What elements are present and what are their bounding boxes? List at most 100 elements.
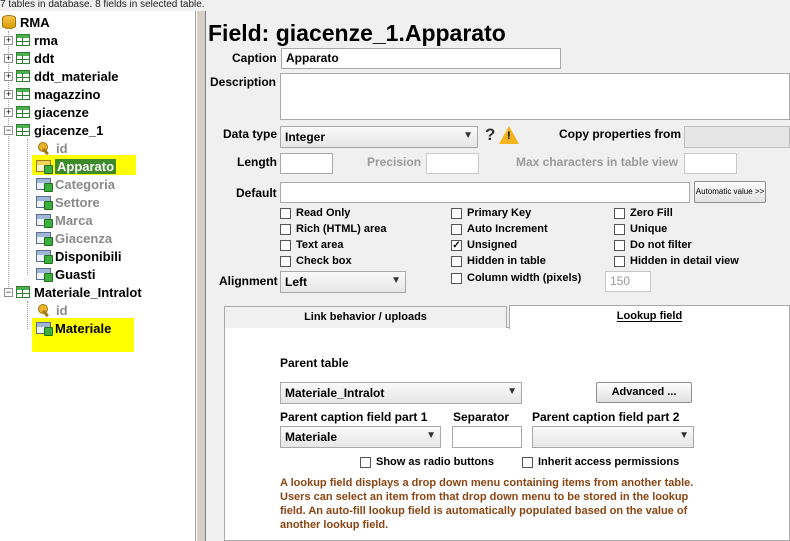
field-icon bbox=[36, 250, 53, 264]
checkbox-box bbox=[451, 255, 462, 267]
tree-field-guasti[interactable]: Guasti bbox=[36, 265, 95, 283]
precision-input[interactable] bbox=[426, 153, 479, 174]
caption-part2-label: Parent caption field part 2 bbox=[532, 410, 680, 424]
tree-table-materiale-intralot[interactable]: − Materiale_Intralot bbox=[4, 283, 142, 301]
checkbox-box bbox=[451, 207, 462, 219]
tree-table-giacenze-1[interactable]: − giacenze_1 bbox=[4, 121, 103, 139]
database-icon bbox=[2, 15, 16, 29]
default-input[interactable] bbox=[280, 182, 690, 203]
checkbox-box bbox=[360, 456, 371, 468]
tree-table-ddt[interactable]: + ddt bbox=[4, 49, 54, 67]
description-label: Description bbox=[210, 75, 277, 89]
field-icon bbox=[36, 214, 53, 228]
collapse-icon[interactable]: − bbox=[4, 125, 13, 135]
tab-lookup-field[interactable]: Lookup field bbox=[509, 305, 790, 329]
checkbox-box bbox=[280, 223, 291, 235]
tree-field-id[interactable]: id bbox=[38, 139, 68, 157]
zero-fill-checkbox[interactable]: Zero Fill bbox=[614, 207, 673, 219]
alignment-label: Alignment bbox=[219, 274, 278, 288]
panel-splitter[interactable] bbox=[196, 11, 206, 541]
alignment-select[interactable]: Left ▼ bbox=[280, 271, 406, 293]
checkmark-icon: ✓ bbox=[451, 239, 462, 251]
separator-label: Separator bbox=[453, 410, 510, 424]
field-icon bbox=[36, 196, 53, 210]
checkbox-box bbox=[280, 207, 291, 219]
advanced-button[interactable]: Advanced ... bbox=[596, 382, 692, 403]
tree-field-settore[interactable]: Settore bbox=[36, 193, 100, 211]
max-chars-input[interactable] bbox=[684, 153, 737, 174]
tree-line bbox=[27, 301, 28, 329]
copy-properties-select[interactable] bbox=[684, 126, 790, 148]
caption-input[interactable]: Apparato bbox=[281, 48, 561, 69]
table-icon bbox=[16, 88, 30, 100]
expand-icon[interactable]: + bbox=[4, 35, 13, 45]
tree-field-id-2[interactable]: id bbox=[38, 301, 68, 319]
chevron-down-icon: ▼ bbox=[463, 130, 473, 141]
automatic-value-button[interactable]: Automatic value >> bbox=[694, 181, 766, 203]
tree-field-giacenza[interactable]: Giacenza bbox=[36, 229, 112, 247]
tree-table-giacenze[interactable]: + giacenze bbox=[4, 103, 89, 121]
tree-field-categoria[interactable]: Categoria bbox=[36, 175, 115, 193]
table-tree[interactable]: RMA + rma + ddt + ddt_materiale + magazz… bbox=[0, 11, 196, 541]
chevron-down-icon: ▼ bbox=[426, 430, 436, 441]
description-textarea[interactable] bbox=[280, 73, 790, 120]
rich-html-checkbox[interactable]: Rich (HTML) area bbox=[280, 223, 386, 235]
column-width-input[interactable]: 150 bbox=[605, 271, 651, 292]
page-title: Field: giacenze_1.Apparato bbox=[208, 20, 506, 46]
unique-checkbox[interactable]: Unique bbox=[614, 223, 667, 235]
checkbox-box bbox=[280, 255, 291, 267]
check-box-checkbox[interactable]: Check box bbox=[280, 255, 352, 267]
checkbox-box bbox=[451, 223, 462, 235]
expand-icon[interactable]: + bbox=[4, 71, 13, 81]
expand-icon[interactable]: + bbox=[4, 89, 13, 99]
hidden-in-detail-view-checkbox[interactable]: Hidden in detail view bbox=[614, 255, 739, 267]
precision-label: Precision bbox=[367, 155, 422, 169]
table-icon bbox=[16, 286, 30, 298]
caption-part1-label: Parent caption field part 1 bbox=[280, 410, 428, 424]
tree-field-apparato[interactable]: Apparato bbox=[36, 157, 117, 175]
tree-table-magazzino[interactable]: + magazzino bbox=[4, 85, 100, 103]
parent-table-select[interactable]: Materiale_Intralot ▼ bbox=[280, 382, 522, 404]
expand-icon[interactable]: + bbox=[4, 107, 13, 117]
copy-properties-label: Copy properties from bbox=[559, 127, 682, 141]
tree-table-ddt-materiale[interactable]: + ddt_materiale bbox=[4, 67, 119, 85]
tree-table-rma[interactable]: + rma bbox=[4, 31, 58, 49]
unsigned-checkbox[interactable]: ✓ Unsigned bbox=[451, 239, 517, 251]
caption-part1-select[interactable]: Materiale ▼ bbox=[280, 426, 441, 448]
collapse-icon[interactable]: − bbox=[4, 287, 13, 297]
tree-field-marca[interactable]: Marca bbox=[36, 211, 93, 229]
warning-glyph: ! bbox=[507, 130, 511, 142]
lookup-tab-panel: Parent table Materiale_Intralot ▼ Advanc… bbox=[224, 327, 790, 541]
radio-buttons-checkbox[interactable]: Show as radio buttons bbox=[360, 456, 494, 468]
primary-key-checkbox[interactable]: Primary Key bbox=[451, 207, 531, 219]
field-options-tabs: Parent table Materiale_Intralot ▼ Advanc… bbox=[224, 305, 790, 541]
checkbox-box bbox=[522, 456, 533, 468]
inherit-permissions-checkbox[interactable]: Inherit access permissions bbox=[522, 456, 679, 468]
do-not-filter-checkbox[interactable]: Do not filter bbox=[614, 239, 692, 251]
tree-root[interactable]: RMA bbox=[2, 13, 50, 31]
column-width-checkbox[interactable]: Column width (pixels) bbox=[451, 272, 581, 284]
hidden-in-table-checkbox[interactable]: Hidden in table bbox=[451, 255, 546, 267]
length-input[interactable] bbox=[280, 153, 333, 174]
chevron-down-icon: ▼ bbox=[391, 275, 401, 286]
read-only-checkbox[interactable]: Read Only bbox=[280, 207, 350, 219]
help-icon[interactable]: ? bbox=[485, 125, 495, 145]
checkbox-box bbox=[280, 239, 291, 251]
checkbox-box bbox=[451, 272, 462, 284]
checkbox-box bbox=[614, 223, 625, 235]
chevron-down-icon: ▼ bbox=[679, 430, 689, 441]
checkbox-box bbox=[614, 239, 625, 251]
expand-icon[interactable]: + bbox=[4, 53, 13, 63]
checkbox-box bbox=[614, 207, 625, 219]
tab-link-behavior[interactable]: Link behavior / uploads bbox=[224, 306, 507, 328]
tree-field-disponibili[interactable]: Disponibili bbox=[36, 247, 121, 265]
text-area-checkbox[interactable]: Text area bbox=[280, 239, 344, 251]
tree-line bbox=[27, 139, 28, 275]
checkbox-box bbox=[614, 255, 625, 267]
auto-increment-checkbox[interactable]: Auto Increment bbox=[451, 223, 548, 235]
datatype-select[interactable]: Integer ▼ bbox=[280, 126, 478, 148]
table-icon bbox=[16, 70, 30, 82]
caption-part2-select[interactable]: ▼ bbox=[532, 426, 694, 448]
tree-field-materiale[interactable]: Materiale bbox=[36, 319, 111, 337]
separator-input[interactable] bbox=[452, 426, 522, 448]
